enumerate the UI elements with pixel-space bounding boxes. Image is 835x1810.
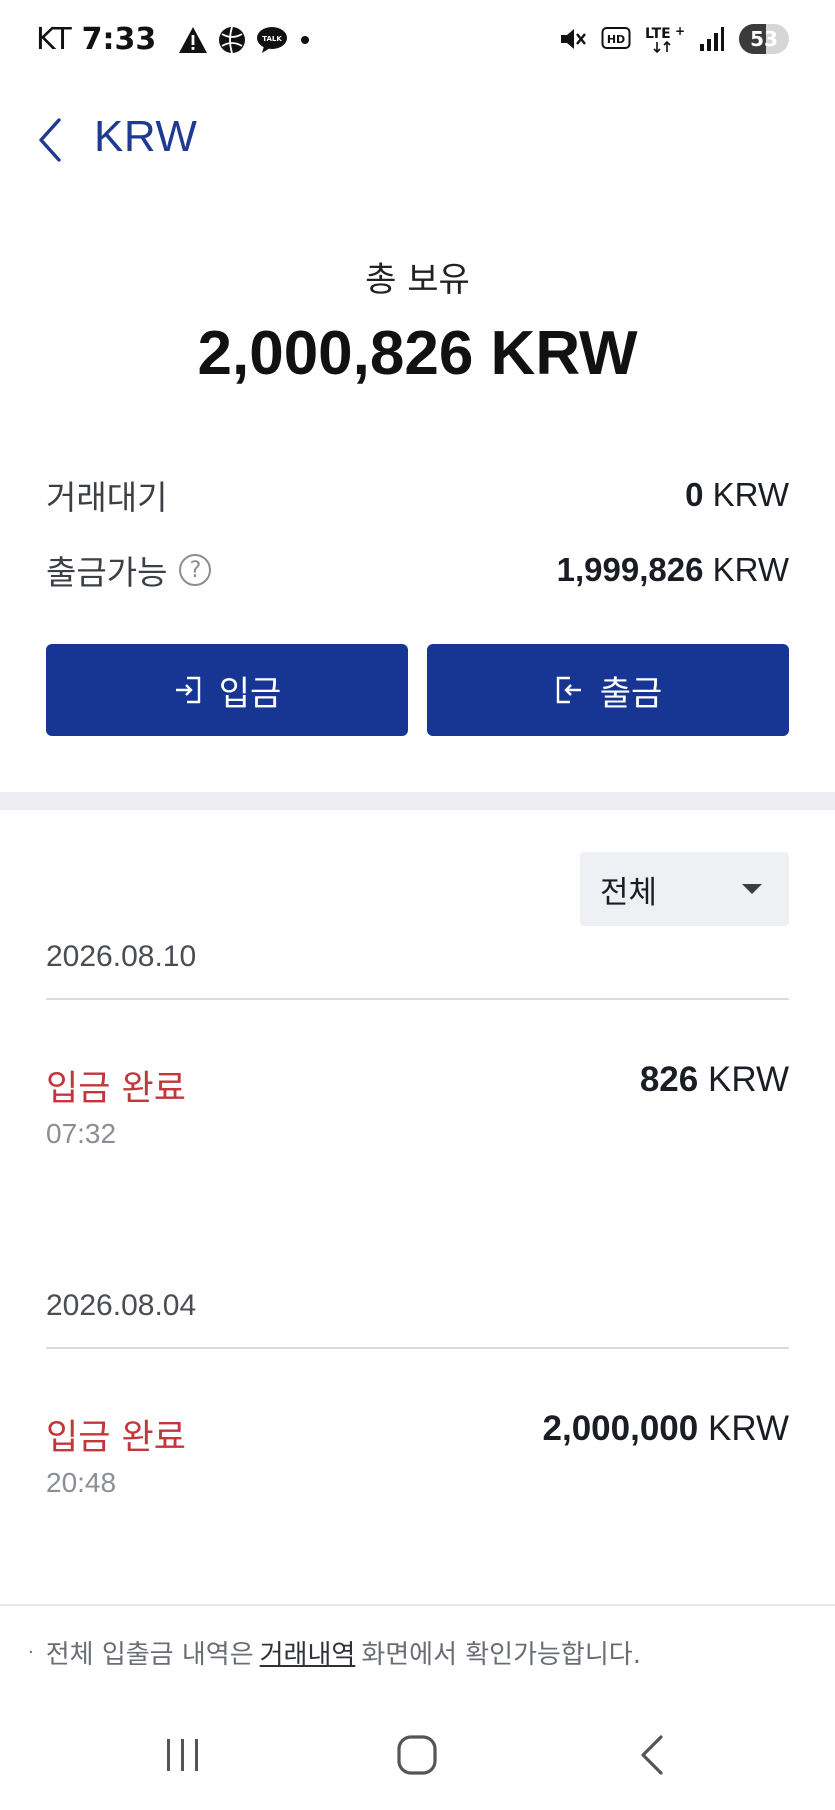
svg-text:+: + — [675, 24, 685, 38]
back-button[interactable] — [30, 112, 70, 168]
app-header: KRW — [0, 100, 835, 180]
withdrawable-unit: KRW — [703, 551, 789, 588]
notification-dot-icon — [298, 33, 312, 47]
battery-indicator: 53 — [739, 24, 789, 54]
transaction-amount-unit: KRW — [698, 1060, 789, 1099]
recent-apps-icon — [167, 1739, 198, 1771]
date-divider — [46, 998, 789, 1000]
pending-value: 0 KRW — [685, 476, 789, 514]
footer-bullet: · — [28, 1642, 34, 1663]
withdrawable-amount: 1,999,826 — [556, 551, 704, 588]
footer-note-prefix: 전체 입출금 내역은 — [45, 1640, 254, 1670]
date-header: 2026.08.10 — [46, 940, 197, 973]
transaction-amount-value: 826 — [639, 1060, 699, 1099]
withdrawable-row: 출금가능 ? 1,999,826 KRW — [46, 545, 789, 595]
transaction-amount: 2,000,000 KRW — [543, 1409, 789, 1449]
pending-label-text: 거래대기 — [46, 478, 168, 517]
total-holdings-value: 2,000,826 KRW — [197, 319, 638, 388]
status-right: HD LTE + 53 — [559, 24, 789, 54]
pending-label: 거래대기 — [46, 471, 167, 519]
transaction-status: 입금 완료 — [46, 1069, 186, 1109]
transaction-status: 입금 완료 — [46, 1418, 186, 1458]
page-title: KRW — [94, 112, 198, 161]
filter-selected: 전체 — [600, 874, 658, 911]
back-arrow-icon — [641, 1735, 663, 1775]
home-button[interactable] — [387, 1730, 447, 1780]
talk-message-icon: TALK — [256, 26, 288, 54]
caret-down-icon — [742, 884, 762, 894]
footer-divider — [0, 1604, 835, 1606]
withdrawable-value: 1,999,826 KRW — [557, 551, 789, 589]
withdrawable-label: 출금가능 ? — [46, 546, 212, 594]
total-holdings-label: 총 보유 — [365, 260, 470, 300]
date-divider — [46, 1347, 789, 1349]
transaction-row[interactable]: 입금 완료 07:32 826 KRW — [46, 1060, 789, 1170]
transaction-time: 20:48 — [46, 1467, 117, 1498]
login-arrow-icon — [175, 676, 200, 704]
lte-icon: LTE + — [645, 24, 685, 54]
status-left: KT 7:33 TALK — [36, 22, 312, 57]
carrier-label: KT — [36, 22, 72, 57]
footer-note: · 전체 입출금 내역은 거래내역 화면에서 확인가능합니다. — [28, 1634, 641, 1671]
system-back-button[interactable] — [622, 1730, 682, 1780]
svg-text:TALK: TALK — [263, 35, 283, 43]
transaction-amount: 826 KRW — [640, 1060, 789, 1100]
transaction-amount-value: 2,000,000 — [542, 1409, 699, 1448]
system-nav-bar — [0, 1700, 835, 1810]
sports-ball-icon — [218, 26, 246, 54]
svg-text:LTE: LTE — [645, 26, 671, 42]
clock: 7:33 — [81, 22, 157, 57]
signal-icon — [699, 26, 725, 52]
help-icon[interactable]: ? — [179, 554, 212, 586]
transaction-amount-unit: KRW — [698, 1409, 789, 1448]
transaction-time: 07:32 — [46, 1118, 117, 1149]
section-divider — [0, 792, 835, 810]
mute-icon — [559, 26, 587, 52]
pending-unit: KRW — [703, 476, 789, 513]
home-icon — [397, 1735, 437, 1775]
footer-note-suffix: 화면에서 확인가능합니다. — [361, 1640, 641, 1670]
status-bar: KT 7:33 TALK HD LTE + 53 — [0, 0, 835, 86]
transaction-history-link[interactable]: 거래내역 — [260, 1634, 356, 1671]
logout-arrow-icon — [556, 676, 581, 704]
warning-icon — [178, 26, 208, 54]
withdrawable-label-text: 출금가능 — [46, 553, 168, 592]
pending-amount: 0 — [685, 476, 704, 513]
withdraw-button-label: 출금 — [599, 673, 663, 714]
deposit-button[interactable]: 입금 — [46, 644, 408, 736]
withdraw-button[interactable]: 출금 — [427, 644, 789, 736]
svg-text:HD: HD — [607, 33, 625, 46]
recent-apps-button[interactable] — [153, 1730, 213, 1780]
pending-row: 거래대기 0 KRW — [46, 470, 789, 520]
battery-level: 53 — [750, 27, 778, 51]
transaction-row[interactable]: 입금 완료 20:48 2,000,000 KRW — [46, 1409, 789, 1519]
filter-dropdown[interactable]: 전체 — [580, 852, 789, 926]
chevron-left-icon — [39, 118, 61, 162]
hd-voice-icon: HD — [601, 26, 631, 52]
date-header: 2026.08.04 — [46, 1289, 197, 1322]
deposit-button-label: 입금 — [218, 673, 282, 714]
